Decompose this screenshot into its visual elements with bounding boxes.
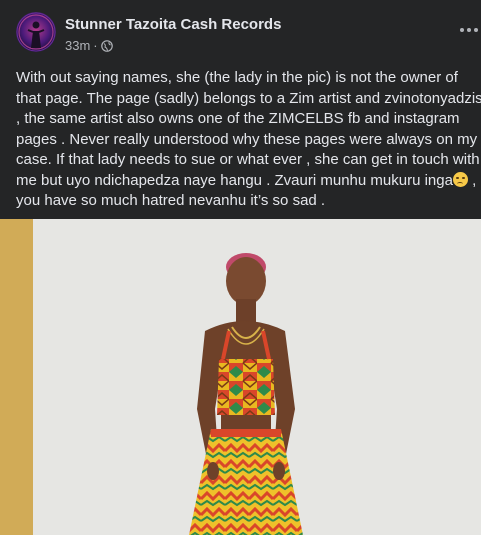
- page-avatar[interactable]: [16, 12, 56, 52]
- globe-icon: [100, 39, 113, 52]
- post-text-line: , the same artist also owns one of the Z…: [16, 110, 460, 127]
- post-meta: 33m ·: [65, 38, 113, 53]
- sad-face-emoji: [452, 171, 468, 187]
- post-text-line: pages . Never really understood why thes…: [16, 130, 478, 148]
- post-text-line: With out saying names, she (the lady in …: [16, 69, 458, 86]
- post-text-line: me but uyo ndichapedza naye hangu . Zvau…: [16, 171, 453, 189]
- post-text-fragment: ,: [467, 171, 477, 189]
- post-photo[interactable]: [33, 219, 481, 535]
- post-text-line: case. If that lady needs to sue or what …: [16, 151, 480, 168]
- post-media[interactable]: [0, 219, 481, 535]
- post-text-line: that page. The page (sadly) belongs to a…: [16, 89, 481, 107]
- post-text-line: you have so much hatred nevanhu it’s so …: [16, 192, 326, 209]
- post-message: With out saying names, she (the lady in …: [16, 68, 481, 212]
- facebook-post: Stunner Tazoita Cash Records 33m · With …: [0, 0, 481, 535]
- page-name-link[interactable]: Stunner Tazoita Cash Records: [65, 16, 281, 33]
- post-header: Stunner Tazoita Cash Records 33m ·: [0, 0, 481, 62]
- post-timestamp[interactable]: 33m: [65, 38, 90, 53]
- meta-separator: ·: [93, 38, 98, 53]
- woman-photo: [33, 219, 481, 535]
- more-options-button[interactable]: [457, 20, 479, 40]
- post-text-line-with-emoji: me but uyo ndichapedza naye hangu . Zvau…: [16, 171, 481, 192]
- ellipsis-icon: [460, 28, 478, 32]
